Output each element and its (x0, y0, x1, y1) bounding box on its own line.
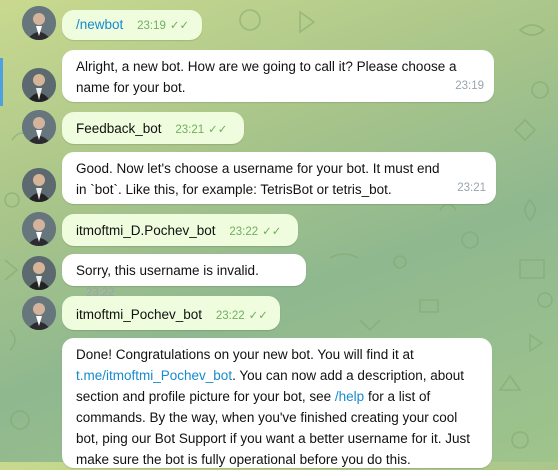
message-incoming[interactable]: Alright, a new bot. How are we going to … (62, 50, 494, 102)
message-outgoing[interactable]: /newbot 23:19 ✓✓ (62, 10, 202, 40)
avatar[interactable] (22, 212, 56, 246)
message-meta: 23:21 ✓✓ (175, 120, 227, 141)
help-command-link[interactable]: /help (335, 389, 364, 404)
message-incoming[interactable]: Good. Now let's choose a username for yo… (62, 152, 496, 204)
message-text: Feedback_bot (76, 121, 162, 136)
unread-indicator (0, 58, 3, 106)
message-incoming[interactable]: Sorry, this username is invalid. 23:22 (62, 254, 306, 299)
message-incoming[interactable]: Done! Congratulations on your new bot. Y… (62, 338, 492, 468)
double-check-icon: ✓✓ (248, 310, 268, 322)
message-text[interactable]: /newbot (76, 17, 123, 32)
message-meta: 23:22 ✓✓ (216, 306, 268, 327)
double-check-icon: ✓✓ (169, 20, 190, 32)
message-meta: 23:19 ✓✓ (137, 16, 189, 37)
message-text: Good. Now let's choose a username for yo… (76, 161, 440, 197)
message-text: Sorry, this username is invalid. (76, 263, 259, 278)
avatar[interactable] (22, 296, 56, 330)
message-text: itmoftmi_D.Pochev_bot (76, 223, 216, 238)
avatar[interactable] (22, 168, 56, 202)
message-time: 23:22 (229, 226, 259, 238)
text-part: Done! Congratulations on your new bot. Y… (76, 347, 414, 362)
message-meta: 23:22 ✓✓ (229, 222, 281, 243)
avatar[interactable] (22, 110, 56, 144)
message-text: itmoftmi_Pochev_bot (76, 307, 203, 322)
double-check-icon: ✓✓ (208, 124, 228, 136)
double-check-icon: ✓✓ (262, 226, 282, 238)
message-text: Alright, a new bot. How are we going to … (76, 59, 457, 95)
message-time: 23:21 (457, 182, 486, 194)
message-time: 23:19 (137, 20, 166, 32)
avatar[interactable] (22, 68, 56, 102)
avatar[interactable] (22, 256, 56, 290)
message-time: 23:21 (175, 124, 205, 136)
bot-link[interactable]: t.me/itmoftmi_Pochev_bot (76, 368, 232, 383)
avatar[interactable] (22, 6, 56, 40)
message-outgoing[interactable]: itmoftmi_Pochev_bot 23:22 ✓✓ (62, 296, 280, 330)
message-time: 23:19 (455, 80, 484, 92)
message-time: 23:22 (215, 310, 245, 322)
message-text: Done! Congratulations on your new bot. Y… (76, 344, 480, 470)
message-outgoing[interactable]: Feedback_bot 23:21 ✓✓ (62, 112, 244, 144)
message-outgoing[interactable]: itmoftmi_D.Pochev_bot 23:22 ✓✓ (62, 214, 298, 246)
